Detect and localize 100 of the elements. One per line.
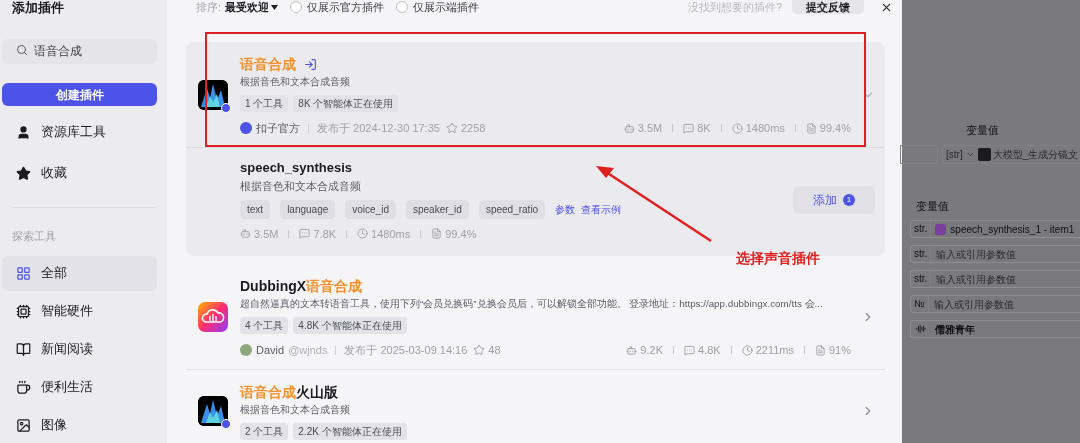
category-item[interactable]: 全部 — [2, 256, 157, 291]
book-icon — [16, 342, 31, 357]
field-label: 变量值 — [966, 123, 1000, 138]
stat-value: 3.5M — [254, 226, 279, 242]
verified-badge-icon — [221, 418, 231, 429]
stat-value: 91% — [828, 343, 851, 358]
stat-value: 7.8K — [313, 226, 337, 242]
document-icon — [431, 228, 443, 240]
type-label: № — [911, 296, 929, 312]
feedback-button[interactable]: 提交反馈 — [792, 0, 864, 14]
user-icon — [16, 124, 31, 140]
plugin-description: 根据音色和文本合成音频 — [240, 75, 351, 89]
image-icon — [16, 418, 31, 433]
type-label: str. — [911, 221, 932, 237]
category-item[interactable]: 新闻阅读 — [2, 332, 157, 367]
document-icon — [814, 344, 826, 356]
radio-label[interactable]: 仅展示官方插件 — [307, 0, 385, 16]
plugin-description: 根据音色和文本合成音频 — [240, 402, 351, 417]
sort-dropdown[interactable]: 最受欢迎 — [225, 0, 279, 16]
clock-icon — [357, 228, 369, 240]
open-link-icon[interactable] — [304, 57, 317, 71]
voice-icon — [916, 324, 926, 334]
chip-icon — [16, 304, 31, 319]
stat-value: 4.8K — [698, 343, 721, 358]
parameter-tag: speed_ratio — [478, 199, 546, 219]
dialog-title: 添加插件 — [12, 0, 65, 16]
info-tag: 2.2K 个智能体正在使用 — [293, 422, 407, 440]
add-button[interactable]: 添加 1 — [793, 185, 875, 214]
stat-value: 8K — [697, 121, 711, 136]
radio-label[interactable]: 仅展示端插件 — [413, 0, 480, 16]
reference-field: [str] 大模型_生成分镜文 — [942, 144, 1080, 164]
parameter-tag: voice_id — [345, 199, 396, 219]
favorite-icon[interactable] — [445, 122, 458, 135]
caret-icon — [271, 4, 279, 10]
publish-date: 发布于 2024-12-30 17:35 — [317, 121, 440, 136]
cloud-logo — [198, 302, 228, 333]
info-tag: 4 个工具 — [240, 317, 289, 334]
stat-value: 2211ms — [755, 343, 794, 358]
clock-icon — [731, 122, 743, 134]
favorite-count: 48 — [488, 343, 501, 358]
placeholder-text: 输入或引用参数值 — [936, 272, 1017, 287]
verified-badge-icon — [221, 103, 231, 114]
category-item[interactable]: 图像 — [2, 408, 157, 443]
official-avatar-icon — [240, 122, 252, 135]
plugin-description: 超自然逼真的文本转语音工具，使用下列“会员兑换码”兑换会员后，可以解锁全部功能。 登录地址：https://app.dubbingx.com/tts 会... — [240, 297, 824, 311]
stat-value: 99.4% — [819, 121, 851, 136]
user-avatar — [240, 344, 252, 357]
radio-button[interactable] — [396, 1, 409, 13]
info-tag: 1 个工具 — [240, 95, 289, 112]
sidebar-item[interactable]: 资源库工具 — [41, 123, 106, 142]
plugin-title[interactable]: DubbingX语音合成 — [240, 276, 363, 296]
view-example-link[interactable]: 查看示例 — [581, 201, 622, 217]
publish-date: 发布于 2025-03-09 14:16 — [344, 343, 468, 358]
chat-icon — [683, 122, 695, 134]
cup-icon — [16, 380, 31, 395]
category-item[interactable]: 便利生活 — [2, 370, 157, 405]
favorite-icon[interactable] — [473, 344, 486, 357]
stat-value: 1480ms — [371, 226, 411, 242]
category-item[interactable]: 智能硬件 — [2, 294, 157, 329]
chat-icon — [684, 344, 695, 356]
author-name[interactable]: David — [256, 342, 285, 359]
robot-icon — [240, 228, 251, 240]
info-tag: 8K 个智能体正在使用 — [293, 95, 399, 112]
avatar-icon — [977, 147, 991, 161]
robot-icon — [626, 344, 638, 356]
document-icon — [805, 122, 817, 134]
search-field[interactable]: 语音合成 — [2, 39, 157, 64]
type-label: str. — [911, 271, 932, 287]
stat-value: 99.4% — [445, 226, 477, 242]
radio-button[interactable] — [290, 1, 303, 13]
author-name[interactable]: 扣子官方 — [256, 120, 300, 137]
author-handle: @wjnds — [288, 343, 328, 358]
sidebar-item[interactable]: 收藏 — [41, 163, 67, 183]
create-plugin-button[interactable]: 创建插件 — [2, 83, 157, 106]
robot-icon — [623, 122, 635, 134]
favorite-count: 2258 — [460, 121, 486, 136]
sort-label: 排序: — [196, 0, 222, 15]
waves-logo — [198, 395, 228, 426]
parameters-link[interactable]: 参数 — [555, 201, 576, 217]
search-icon — [16, 44, 28, 56]
section-label: 探索工具 — [12, 228, 57, 244]
type-label: str. — [911, 246, 932, 262]
tool-description: 根据音色和文本合成音频 — [240, 178, 362, 194]
stat-value: 9.2K — [640, 343, 663, 358]
grid-icon — [16, 266, 31, 281]
plugin-card[interactable]: 语音合成火山版 根据音色和文本合成音频 2 个工具 2.2K 个智能体正在使用 — [186, 369, 885, 443]
waves-logo — [198, 80, 228, 111]
field-label: 变量值 — [916, 198, 950, 214]
parameter-tag: language — [280, 199, 336, 219]
field-value: speech_synthesis_1 - item1 — [950, 222, 1075, 237]
plugin-title[interactable]: 语音合成火山版 — [240, 381, 338, 402]
placeholder-text: 输入或引用参数值 — [936, 247, 1017, 262]
field-value: 儒雅青年 — [935, 322, 975, 337]
stat-value: 3.5M — [637, 121, 663, 136]
chat-icon — [299, 228, 311, 240]
tool-name: speech_synthesis — [240, 158, 353, 177]
stat-value: 1480ms — [745, 121, 785, 136]
info-tag: 4.8K 个智能体正在使用 — [293, 317, 407, 334]
placeholder-text: 输入或引用参数值 — [933, 297, 1014, 312]
parameter-tag: text — [240, 199, 271, 219]
